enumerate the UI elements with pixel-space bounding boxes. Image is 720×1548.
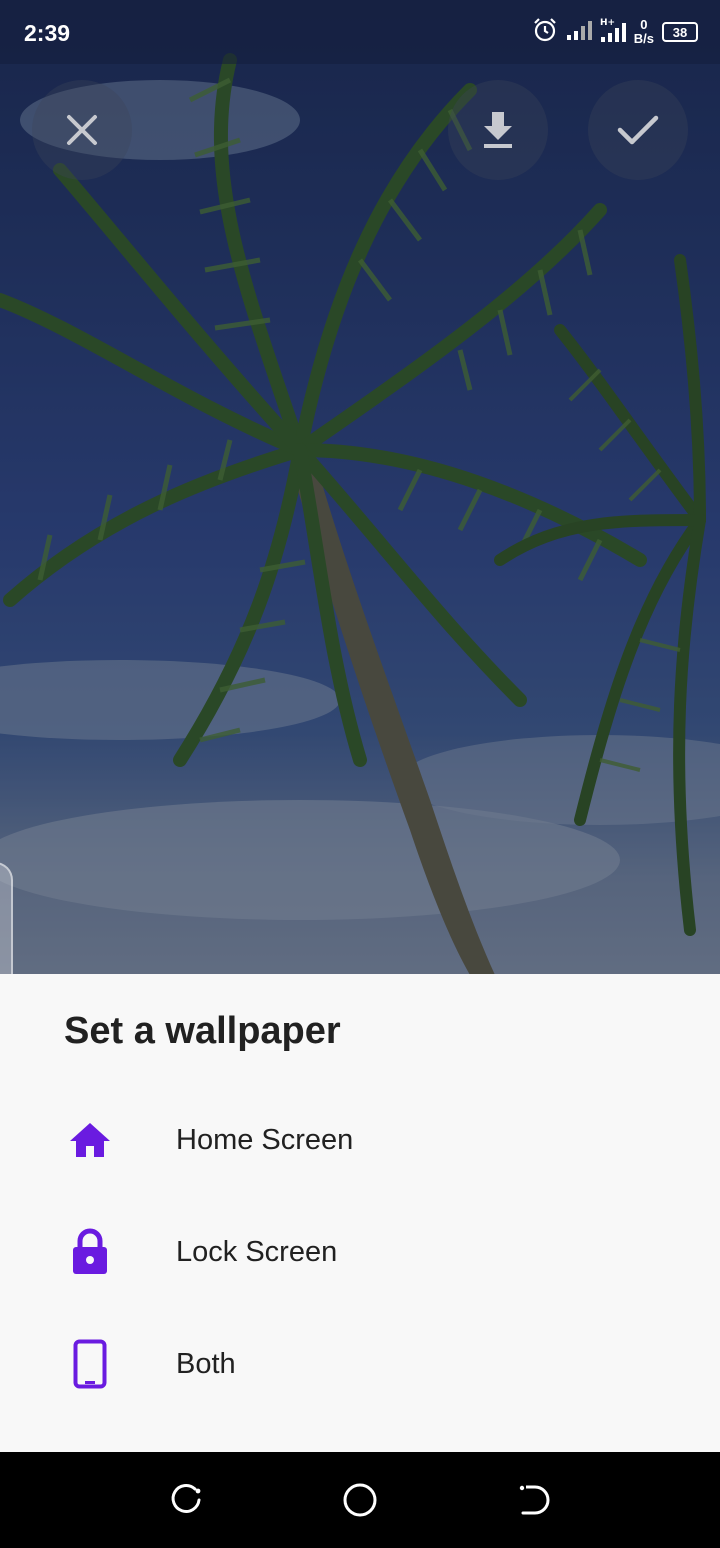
navigation-bar [0, 1452, 720, 1548]
home-circle-icon [343, 1483, 377, 1517]
lock-icon [64, 1226, 116, 1278]
set-wallpaper-sheet: Set a wallpaper Home Screen Lock Screen [0, 974, 720, 1452]
status-icons: H+ 0 B/s 38 [532, 16, 698, 48]
signal-icon [566, 19, 592, 46]
net-speed-value: 0 [640, 17, 648, 32]
option-label: Home Screen [176, 1123, 354, 1156]
option-label: Both [176, 1347, 236, 1380]
status-time: 2:39 [24, 20, 71, 46]
battery-icon: 38 [662, 22, 698, 42]
option-both[interactable]: Both [0, 1308, 720, 1420]
recent-apps-icon [171, 1484, 201, 1513]
network-speed: 0 B/s [634, 18, 654, 46]
home-icon [64, 1114, 116, 1166]
hplus-signal-icon: H+ [600, 17, 626, 48]
recent-apps-button[interactable] [162, 1476, 210, 1524]
status-bar: 2:39 H+ 0 B/s 38 [0, 0, 720, 64]
option-home-screen[interactable]: Home Screen [0, 1084, 720, 1196]
option-label: Lock Screen [176, 1235, 338, 1268]
home-button[interactable] [336, 1476, 384, 1524]
apply-button[interactable] [588, 80, 688, 180]
close-button[interactable] [32, 80, 132, 180]
net-speed-unit: B/s [633, 31, 654, 46]
sheet-title: Set a wallpaper [64, 1010, 341, 1052]
back-button[interactable] [510, 1476, 558, 1524]
back-icon [519, 1485, 550, 1515]
check-icon [617, 115, 659, 145]
download-icon [484, 112, 512, 148]
phone-icon [64, 1338, 116, 1390]
svg-text:H+: H+ [600, 18, 615, 28]
download-button[interactable] [448, 80, 548, 180]
option-lock-screen[interactable]: Lock Screen [0, 1196, 720, 1308]
battery-level: 38 [672, 24, 688, 40]
close-icon [67, 115, 97, 145]
alarm-icon [532, 17, 558, 48]
